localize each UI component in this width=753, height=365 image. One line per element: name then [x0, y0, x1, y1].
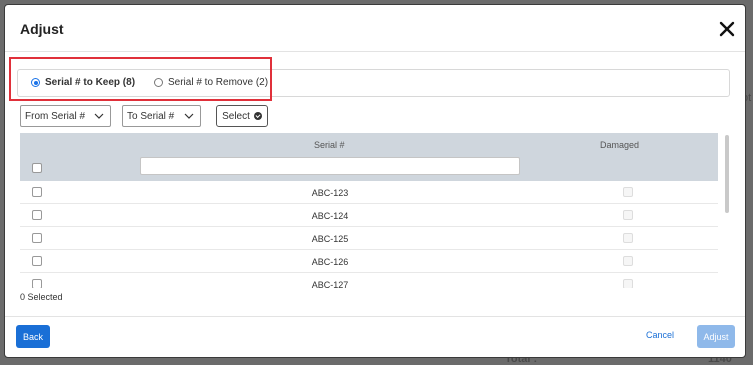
dialog-header: Adjust — [5, 5, 745, 52]
serial-filter-input[interactable] — [140, 157, 520, 175]
table-header: Serial # Damaged — [20, 133, 718, 181]
serial-table: Serial # Damaged ABC-123 ABC-124 ABC-125… — [20, 133, 718, 288]
table-scrollbar[interactable] — [725, 135, 729, 213]
serial-cell: ABC-124 — [311, 211, 349, 221]
row-checkbox[interactable] — [32, 256, 42, 266]
close-icon[interactable] — [717, 19, 737, 39]
serial-cell: ABC-127 — [311, 280, 349, 288]
back-button[interactable]: Back — [16, 325, 50, 348]
select-button-label: Select — [222, 110, 250, 122]
highlight-box — [9, 57, 272, 101]
row-checkbox[interactable] — [32, 187, 42, 197]
check-circle-icon — [253, 112, 262, 120]
select-all-checkbox[interactable] — [32, 163, 42, 173]
selected-count: 0 Selected — [20, 292, 63, 302]
from-serial-label: From Serial # — [25, 110, 86, 122]
serial-cell: ABC-125 — [311, 234, 349, 244]
damaged-checkbox[interactable] — [623, 256, 633, 266]
damaged-checkbox[interactable] — [623, 187, 633, 197]
table-row: ABC-127 — [20, 273, 718, 288]
table-row: ABC-125 — [20, 227, 718, 250]
chevron-down-icon — [184, 113, 194, 119]
row-checkbox[interactable] — [32, 233, 42, 243]
damaged-checkbox[interactable] — [623, 210, 633, 220]
adjust-button[interactable]: Adjust — [697, 325, 735, 348]
from-serial-dropdown[interactable]: From Serial # — [20, 105, 111, 127]
chevron-down-icon — [94, 113, 104, 119]
adjust-dialog: Adjust Serial # to Keep (8) Serial # to … — [4, 4, 746, 358]
damaged-checkbox[interactable] — [623, 279, 633, 288]
to-serial-label: To Serial # — [127, 110, 175, 122]
column-header-damaged: Damaged — [600, 140, 640, 150]
serial-cell: ABC-123 — [311, 188, 349, 198]
cancel-button[interactable]: Cancel — [646, 330, 674, 340]
table-row: ABC-124 — [20, 204, 718, 227]
footer-divider — [5, 316, 745, 317]
row-checkbox[interactable] — [32, 210, 42, 220]
to-serial-dropdown[interactable]: To Serial # — [122, 105, 201, 127]
table-row: ABC-123 — [20, 181, 718, 204]
table-row: ABC-126 — [20, 250, 718, 273]
dialog-title: Adjust — [20, 21, 64, 37]
row-checkbox[interactable] — [32, 279, 42, 288]
select-button[interactable]: Select — [216, 105, 268, 127]
column-header-serial: Serial # — [314, 140, 345, 150]
serial-cell: ABC-126 — [311, 257, 349, 267]
damaged-checkbox[interactable] — [623, 233, 633, 243]
